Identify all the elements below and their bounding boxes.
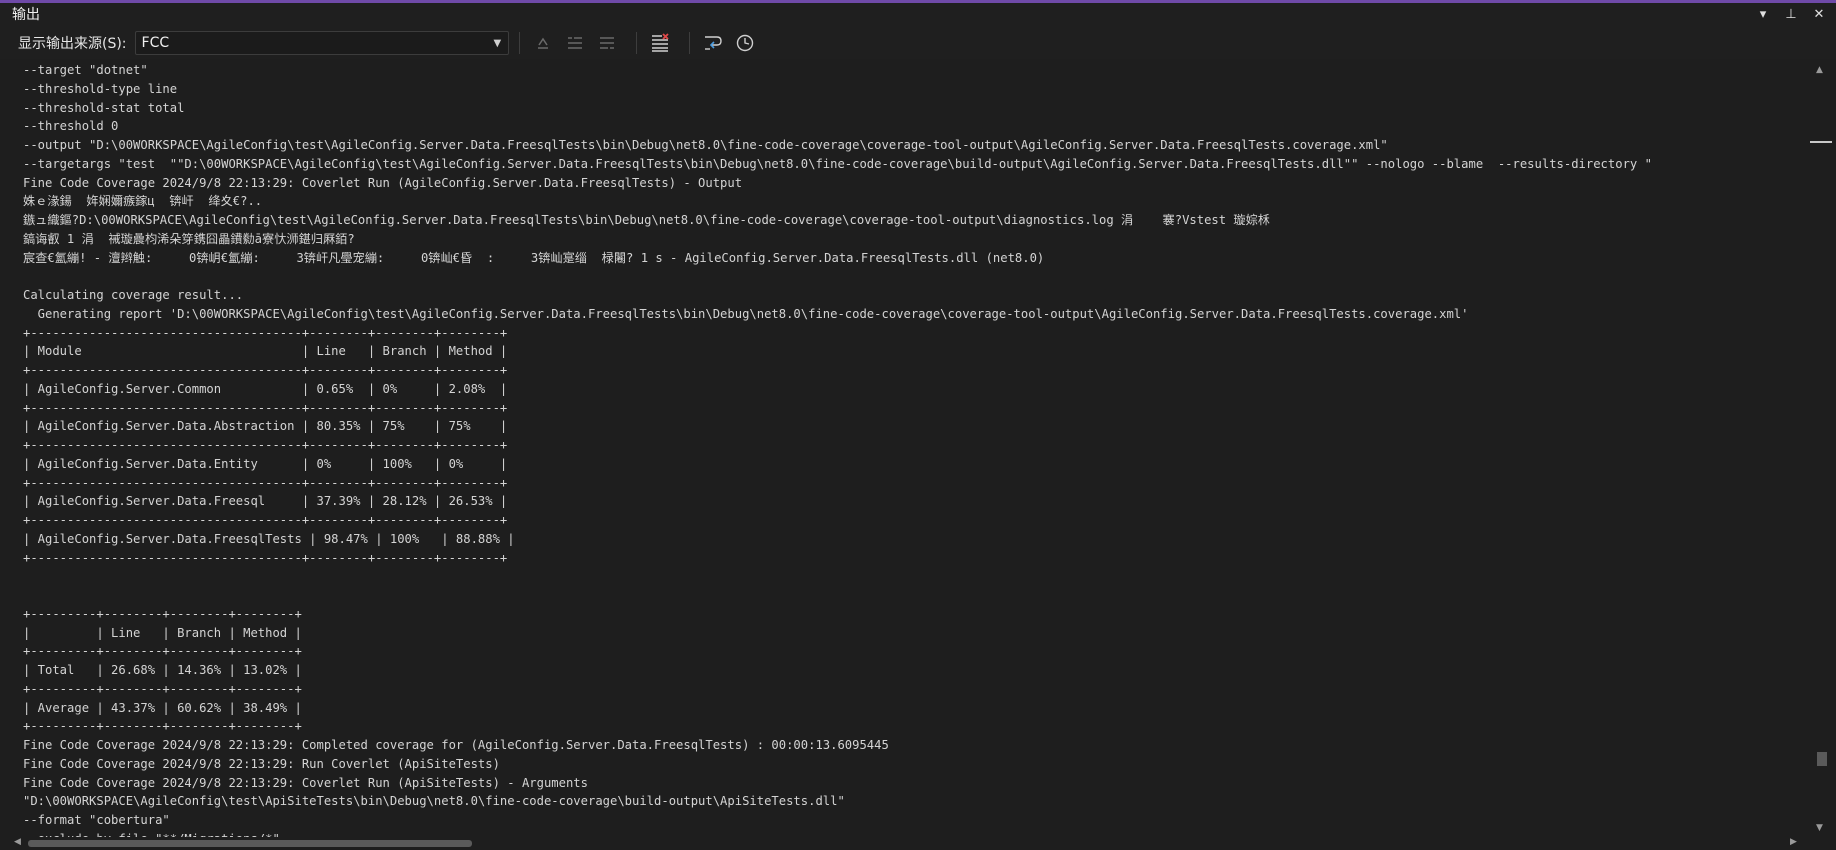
tool-window-titlebar: 输出 ▾ ⊥ ✕: [0, 3, 1836, 25]
toolbar-divider: [635, 32, 637, 54]
output-log: --target "dotnet" --threshold-type line --…: [0, 59, 1806, 837]
log-line: "D:\00WORKSPACE\AgileConfig\test\ApiSite…: [23, 794, 845, 809]
log-line: | AgileConfig.Server.Data.Abstraction | …: [23, 419, 508, 434]
output-source-select[interactable]: FCC ▼: [134, 31, 509, 55]
pin-icon[interactable]: ⊥: [1784, 7, 1798, 22]
log-line: +-------------------------------------+-…: [23, 438, 508, 452]
scrollbar-position-marker: [1810, 141, 1832, 143]
log-line: | Average | 43.37% | 60.62% | 38.49% |: [23, 700, 302, 715]
next-message-button[interactable]: [594, 31, 620, 55]
log-line: 宸查€氳繃! - 澶辫触: 0锛岄€氳繃: 3锛屽凡璺宠繃: 0锛屾€昏 : 3…: [23, 250, 1045, 265]
log-line: --format "cobertura": [23, 813, 170, 827]
log-line: +---------+--------+--------+--------+: [23, 606, 302, 621]
output-source-value: FCC: [141, 35, 170, 51]
log-line: | AgileConfig.Server.Data.FreesqlTests |…: [23, 531, 515, 546]
log-line: Fine Code Coverage 2024/9/8 22:13:29: Ru…: [23, 756, 500, 771]
log-line: --threshold 0: [23, 119, 119, 134]
scroll-up-icon[interactable]: ▲: [1816, 65, 1823, 75]
log-line: | Total | 26.68% | 14.36% | 13.02% |: [23, 663, 302, 677]
log-line: Fine Code Coverage 2024/9/8 22:13:29: Co…: [23, 175, 743, 190]
find-message-button[interactable]: [530, 31, 556, 55]
log-line: Calculating coverage result...: [23, 288, 244, 302]
log-line: --threshold-stat total: [23, 100, 185, 115]
word-wrap-button[interactable]: [700, 31, 726, 55]
toolbar-divider: [688, 32, 690, 54]
scroll-down-icon[interactable]: ▼: [1816, 823, 1823, 833]
log-line: 鎬诲叡 1 涓 祴璇曟枃浠朵笌鎸囧畾鐨勬ā寮忕浉鍖归厤銆?: [23, 231, 355, 246]
log-line: Fine Code Coverage 2024/9/8 22:13:29: Co…: [23, 738, 889, 752]
output-source-label: 显示输出来源(S):: [18, 36, 127, 52]
output-toolbar: 显示输出来源(S): FCC ▼: [0, 27, 1836, 59]
log-line: +-------------------------------------+-…: [23, 400, 508, 415]
scroll-right-icon[interactable]: ▶: [1790, 837, 1797, 847]
log-line: | Module | Line | Branch | Method |: [23, 344, 508, 359]
find-message-icon: [537, 37, 548, 49]
vertical-scrollbar[interactable]: ▲ ▼: [1806, 59, 1836, 837]
log-line: +-------------------------------------+-…: [23, 550, 508, 565]
log-line: +---------+--------+--------+--------+: [23, 681, 302, 696]
log-line: --target "dotnet": [23, 63, 148, 77]
vertical-scroll-thumb[interactable]: [1817, 752, 1827, 766]
log-line: | | Line | Branch | Method |: [23, 625, 302, 640]
close-icon[interactable]: ✕: [1812, 7, 1826, 22]
prev-message-button[interactable]: [562, 31, 588, 55]
horizontal-scroll-thumb[interactable]: [28, 840, 472, 847]
log-line: +-------------------------------------+-…: [23, 513, 508, 527]
prev-message-icon: [567, 37, 582, 49]
log-line: --targetargs "test ""D:\00WORKSPACE\Agil…: [23, 156, 1652, 171]
log-line: --output "D:\00WORKSPACE\AgileConfig\tes…: [23, 138, 1388, 152]
log-line: | AgileConfig.Server.Data.Freesql | 37.3…: [23, 494, 508, 509]
log-line: 姝ｅ湪鍚 姩娴嬭瘯鎵ц 锛屽 绛夊€?..: [23, 194, 263, 209]
window-menu-chevron-icon[interactable]: ▾: [1756, 7, 1770, 22]
log-line: +---------+--------+--------+--------+: [23, 644, 302, 659]
log-line: --exclude-by-file "**/Migrations/*": [23, 830, 1806, 837]
log-line: +---------+--------+--------+--------+: [23, 719, 302, 734]
log-line: +-------------------------------------+-…: [23, 363, 508, 377]
clear-all-icon: [651, 33, 669, 52]
clear-all-button[interactable]: [647, 31, 673, 55]
timestamp-button[interactable]: [732, 31, 758, 55]
log-line: +-------------------------------------+-…: [23, 475, 508, 490]
scroll-left-icon[interactable]: ◀: [14, 837, 21, 847]
output-text-pane[interactable]: --target "dotnet" --threshold-type line --…: [0, 59, 1806, 837]
next-message-icon: [599, 37, 614, 49]
chevron-down-icon: ▼: [493, 37, 502, 49]
log-line: --threshold-type line: [23, 81, 178, 96]
toolbar-divider: [518, 32, 520, 54]
word-wrap-icon: [704, 36, 722, 50]
window-title: 输出: [12, 7, 40, 23]
window-controls: ▾ ⊥ ✕: [1756, 7, 1826, 22]
log-line: +-------------------------------------+-…: [23, 325, 508, 340]
log-line: | AgileConfig.Server.Common | 0.65% | 0%…: [23, 381, 508, 396]
log-line: Generating report 'D:\00WORKSPACE\AgileC…: [23, 306, 1469, 321]
log-line: Fine Code Coverage 2024/9/8 22:13:29: Co…: [23, 775, 588, 790]
log-line: 鏃ュ織鏂?D:\00WORKSPACE\AgileConfig\test\Agi…: [23, 213, 1270, 227]
log-line: | AgileConfig.Server.Data.Entity | 0% | …: [23, 456, 508, 471]
timestamp-icon: [736, 34, 753, 52]
horizontal-scrollbar[interactable]: ◀ ▶: [0, 837, 1836, 850]
